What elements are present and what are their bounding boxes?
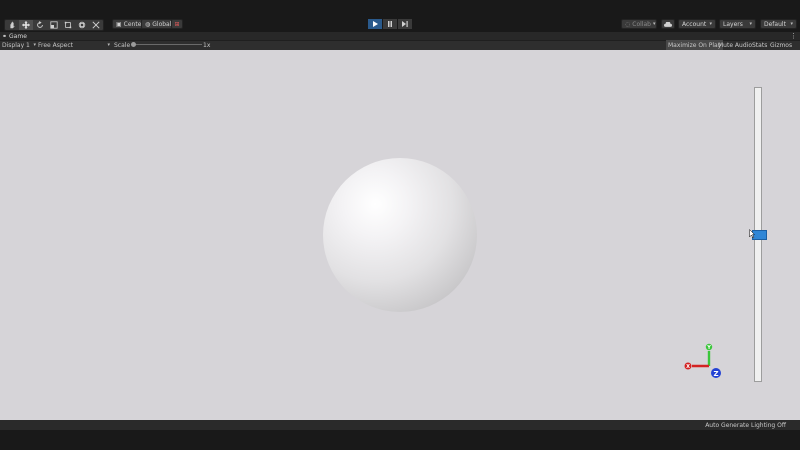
chevron-down-icon: ▾ [749,21,752,27]
hand-tool-button[interactable] [5,20,19,30]
step-button[interactable] [398,19,412,29]
game-viewport[interactable]: Y X Z [0,50,800,420]
transform-tools [4,19,104,31]
scale-tool-button[interactable] [47,20,61,30]
pause-icon [388,21,392,27]
cloud-icon [664,21,672,27]
grid-snap-icon: ⊞ [174,20,180,28]
more-icon[interactable]: ⋮ [790,32,797,40]
move-tool-button[interactable] [19,20,33,30]
scale-slider-thumb[interactable] [131,42,136,47]
play-icon [373,21,378,27]
grid-snap-toggle[interactable]: ⊞ [171,19,183,29]
scale-tool-icon [50,21,58,29]
main-toolbar: ▣ Center ◍ Global ⊞ ◌ Collab ▾ Account ▾… [0,16,800,32]
sphere-object [323,158,477,312]
display-label: Display 1 [2,41,30,49]
lighting-status[interactable]: Auto Generate Lighting Off [705,420,786,430]
transform-tool-icon [78,21,86,29]
maximize-on-play-button[interactable]: Maximize On Play [666,40,724,50]
tab-bar [0,32,800,40]
aspect-label: Free Aspect [38,41,74,49]
transform-tool-button[interactable] [75,20,89,30]
chevron-down-icon: ▾ [107,42,110,48]
stats-button[interactable]: Stats [750,40,769,50]
chevron-down-icon: ▾ [33,42,36,48]
scale-slider-track[interactable] [132,44,202,45]
cloud-button[interactable] [661,19,675,29]
gizmos-button[interactable]: Gizmos [768,40,794,50]
display-dropdown[interactable]: Display 1 ▾ [2,40,36,50]
tab-game-label: Game [9,32,27,40]
status-bar [0,420,800,430]
axis-gizmo: Y X Z [684,343,721,378]
chevron-down-icon: ▾ [652,21,656,27]
custom-tool-button[interactable] [89,20,103,30]
rect-tool-icon [64,21,72,29]
layers-label: Layers [723,20,743,28]
pivot-icon: ▣ [116,20,122,28]
chevron-down-icon: ▾ [709,21,712,27]
step-icon [402,21,408,27]
mouse-cursor-icon [749,228,755,238]
rotate-tool-icon [37,21,43,28]
mute-audio-button[interactable]: Mute Audio [716,40,754,50]
pause-button[interactable] [383,19,397,29]
custom-tool-icon [92,21,100,29]
collab-dropdown[interactable]: ◌ Collab ▾ [621,19,657,29]
scale-label: Scale [114,41,131,49]
account-dropdown[interactable]: Account ▾ [678,19,716,29]
rotate-tool-button[interactable] [33,20,47,30]
layers-dropdown[interactable]: Layers ▾ [719,19,756,29]
account-label: Account [682,20,707,28]
game-controller-icon: ⚭ [2,32,8,40]
move-tool-icon [22,21,30,29]
collab-icon: ◌ [625,20,631,28]
layout-label: Default [764,20,786,28]
rect-tool-button[interactable] [61,20,75,30]
space-label: Global [152,20,172,28]
hand-tool-icon [10,21,15,29]
chevron-down-icon: ▾ [790,21,793,27]
tab-game[interactable]: ⚭ Game [2,32,27,40]
z-axis-label: Z [713,370,718,378]
collab-label: Collab [632,20,651,28]
x-axis-label: X [686,364,690,370]
aspect-dropdown[interactable]: Free Aspect ▾ [38,40,110,50]
globe-icon: ◍ [145,20,151,28]
play-button[interactable] [368,19,382,29]
layout-dropdown[interactable]: Default ▾ [760,19,797,29]
y-axis-label: Y [706,345,711,351]
scale-value: 1x [203,41,211,49]
